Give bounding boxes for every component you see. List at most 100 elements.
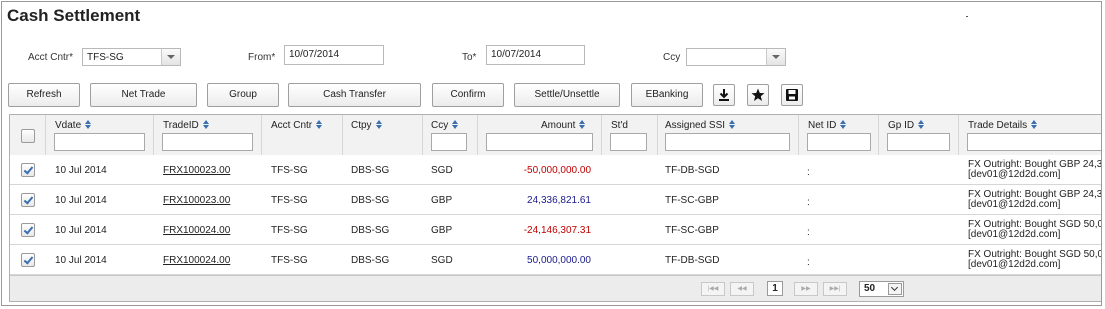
column-header-stld[interactable]: St'd	[611, 120, 628, 131]
previous-page-button[interactable]: ◀◀	[730, 282, 754, 296]
filter-tradeid-input[interactable]	[162, 133, 253, 151]
ctpy-cell: DBS-SG	[351, 225, 390, 236]
favorite-button[interactable]	[747, 84, 769, 106]
row-checkbox[interactable]	[21, 223, 35, 237]
table-row[interactable]: 10 Jul 2014 FRX100023.00 TFS-SG DBS-SG GBP 24…	[10, 185, 1101, 215]
save-button[interactable]	[781, 84, 803, 106]
table-row[interactable]: 10 Jul 2014 FRX100024.00 TFS-SG DBS-SG GBP -2…	[10, 215, 1101, 245]
sort-icon[interactable]	[202, 120, 210, 129]
sort-icon[interactable]	[579, 120, 586, 129]
ccy-cell: SGD	[431, 255, 453, 266]
download-button[interactable]	[713, 84, 735, 106]
filter-gp-id-input[interactable]	[887, 133, 950, 151]
column-header-ccy[interactable]: Ccy	[431, 120, 459, 131]
vdate-cell: 10 Jul 2014	[55, 165, 107, 176]
sort-icon[interactable]	[85, 120, 92, 129]
sort-icon[interactable]	[1031, 120, 1038, 129]
column-label: Ctpy	[351, 120, 372, 131]
filter-trade-details-input[interactable]	[967, 133, 1101, 151]
first-page-button[interactable]: |◀◀	[701, 282, 725, 296]
amount-cell: 50,000,000.00	[527, 255, 591, 266]
table-row[interactable]: 10 Jul 2014 FRX100023.00 TFS-SG DBS-SG SGD -5…	[10, 155, 1101, 185]
filter-vdate-input[interactable]	[54, 133, 145, 151]
trade-details-line-2: [dev01@12d2d.com]	[968, 229, 1061, 240]
acct-cntr-label: Acct Cntr*	[28, 52, 74, 63]
column-label: Assigned SSI	[665, 120, 726, 131]
to-date-input[interactable]: 10/07/2014	[486, 45, 585, 65]
settle-unsettle-button[interactable]: Settle/Unsettle	[514, 83, 620, 107]
acct-cntr-value: TFS-SG	[87, 52, 124, 63]
cash-settlement-panel: Cash Settlement Acct Cntr* TFS-SG From* …	[1, 1, 1102, 306]
ctpy-cell: DBS-SG	[351, 195, 390, 206]
column-header-gp-id[interactable]: Gp ID	[888, 120, 925, 131]
next-page-button[interactable]: ▶▶	[794, 282, 818, 296]
net-id-cell: :	[807, 197, 810, 208]
assigned-ssi-cell: TF-DB-SGD	[665, 255, 720, 266]
trade-id-link[interactable]: FRX100023.00	[163, 195, 230, 206]
sort-icon[interactable]	[375, 120, 383, 129]
download-icon	[719, 89, 729, 101]
column-header-trade-details[interactable]: Trade Details	[968, 120, 1038, 131]
row-checkbox[interactable]	[21, 163, 35, 177]
acct-cntr-select[interactable]: TFS-SG	[82, 48, 181, 66]
filter-stld-input[interactable]	[610, 133, 647, 151]
trade-id-link[interactable]: FRX100024.00	[163, 255, 230, 266]
acct-cntr-cell: TFS-SG	[271, 225, 308, 236]
cash-transfer-button[interactable]: Cash Transfer	[288, 83, 421, 107]
column-header-ctpy[interactable]: Ctpy	[351, 120, 383, 131]
star-icon	[751, 88, 765, 101]
trade-id-link[interactable]: FRX100024.00	[163, 225, 230, 236]
chevron-down-icon[interactable]	[161, 49, 180, 65]
sort-icon[interactable]	[918, 120, 925, 129]
column-label: Vdate	[55, 120, 82, 131]
trade-details-line-2: [dev01@12d2d.com]	[968, 169, 1061, 180]
select-all-checkbox[interactable]	[21, 129, 35, 143]
column-label: Amount	[541, 120, 576, 131]
acct-cntr-cell: TFS-SG	[271, 255, 308, 266]
assigned-ssi-cell: TF-SC-GBP	[665, 195, 719, 206]
trade-id-link[interactable]: FRX100023.00	[163, 165, 230, 176]
net-id-cell: :	[807, 167, 810, 178]
column-label: St'd	[611, 120, 628, 131]
ctpy-cell: DBS-SG	[351, 255, 390, 266]
last-page-button[interactable]: ▶▶|	[823, 282, 847, 296]
group-button[interactable]: Group	[207, 83, 279, 107]
confirm-button[interactable]: Confirm	[432, 83, 504, 107]
current-page-number[interactable]: 1	[767, 281, 783, 296]
column-label: Trade Details	[968, 120, 1028, 131]
vdate-cell: 10 Jul 2014	[55, 255, 107, 266]
column-label: TradeID	[163, 120, 199, 131]
column-header-acct-cntr[interactable]: Acct Cntr	[271, 120, 323, 131]
filter-amount-input[interactable]	[486, 133, 593, 151]
refresh-button[interactable]: Refresh	[8, 83, 80, 107]
sort-icon[interactable]	[729, 120, 736, 129]
sort-icon[interactable]	[840, 120, 847, 129]
column-label: Net ID	[808, 120, 837, 131]
vdate-cell: 10 Jul 2014	[55, 225, 107, 236]
net-trade-button[interactable]: Net Trade	[90, 83, 197, 107]
filter-ccy-input[interactable]	[431, 133, 467, 151]
to-label: To*	[462, 52, 477, 63]
sort-icon[interactable]	[452, 120, 459, 129]
row-checkbox[interactable]	[21, 193, 35, 207]
from-date-input[interactable]: 10/07/2014	[284, 45, 384, 65]
column-header-assigned-ssi[interactable]: Assigned SSI	[665, 120, 736, 131]
filter-assigned-ssi-input[interactable]	[665, 133, 790, 151]
column-header-vdate[interactable]: Vdate	[55, 120, 92, 131]
page-size-select[interactable]: 50	[859, 281, 904, 297]
chevron-down-icon[interactable]	[766, 49, 785, 65]
acct-cntr-cell: TFS-SG	[271, 165, 308, 176]
chevron-down-icon[interactable]	[888, 283, 902, 295]
column-header-net-id[interactable]: Net ID	[808, 120, 847, 131]
amount-cell: 24,336,821.61	[527, 195, 591, 206]
column-label: Ccy	[431, 120, 449, 131]
column-header-amount[interactable]: Amount	[541, 120, 586, 131]
ebanking-button[interactable]: EBanking	[631, 83, 703, 107]
column-header-tradeid[interactable]: TradeID	[163, 120, 210, 131]
amount-cell: -50,000,000.00	[523, 165, 591, 176]
filter-net-id-input[interactable]	[807, 133, 871, 151]
row-checkbox[interactable]	[21, 253, 35, 267]
ccy-select[interactable]	[686, 48, 786, 66]
table-row[interactable]: 10 Jul 2014 FRX100024.00 TFS-SG DBS-SG SGD 50…	[10, 245, 1101, 275]
sort-icon[interactable]	[316, 120, 323, 129]
